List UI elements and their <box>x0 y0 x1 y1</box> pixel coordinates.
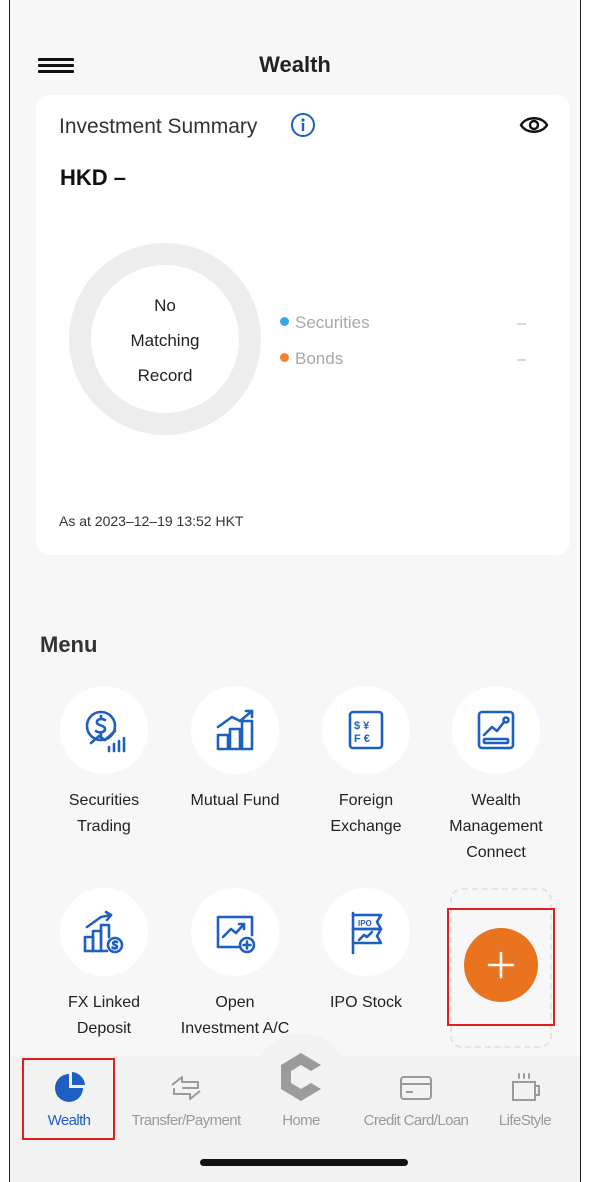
menu-item-label: Securities Trading <box>68 792 140 835</box>
nav-label: Transfer/Payment <box>131 1112 241 1129</box>
bonds-value: – <box>517 351 526 368</box>
menu-item-securities-trading[interactable]: Securities Trading <box>40 686 168 840</box>
svg-text:F €: F € <box>354 733 370 745</box>
app-screen: Wealth Investment Summary HKD – No Match… <box>9 0 581 1182</box>
top-bar: Wealth <box>10 0 580 95</box>
menu-item-label: IPO Stock <box>329 994 403 1011</box>
nav-label: Home <box>282 1112 320 1129</box>
legend-securities: Securities <box>280 313 370 333</box>
nav-tab-transfer-payment[interactable]: Transfer/Payment <box>129 1070 243 1129</box>
menu-item-label: Foreign Exchange <box>330 792 402 835</box>
wealth-management-connect-icon <box>452 686 540 774</box>
bonds-dot-icon <box>280 353 289 363</box>
menu-item-wealth-management-connect[interactable]: Wealth Management Connect <box>432 686 560 866</box>
menu-item-label: Wealth Management Connect <box>449 792 543 861</box>
nav-tab-lifestyle[interactable]: LifeStyle <box>468 1070 580 1129</box>
as-at-timestamp: As at 2023–12–19 13:52 HKT <box>59 513 244 529</box>
nav-label: Credit Card/Loan <box>363 1112 469 1129</box>
menu-item-label: FX Linked Deposit <box>67 994 141 1037</box>
investment-summary-card: Investment Summary HKD – No Matching Rec… <box>36 95 570 555</box>
nav-label: LifeStyle <box>498 1112 552 1129</box>
menu-item-mutual-fund[interactable]: Mutual Fund <box>171 686 299 814</box>
nav-tab-wealth[interactable]: Wealth <box>12 1070 126 1129</box>
coffee-cup-icon <box>512 1073 540 1101</box>
page-title: Wealth <box>259 52 331 77</box>
menu-item-label: Mutual Fund <box>190 792 280 809</box>
info-icon[interactable] <box>290 112 316 138</box>
menu-item-fx-linked-deposit[interactable]: FX Linked Deposit <box>40 888 168 1042</box>
summary-title: Investment Summary <box>59 115 258 138</box>
no-record-message: No Matching Record <box>130 296 200 385</box>
ipo-stock-icon: IPO <box>322 888 410 976</box>
legend-bonds: Bonds <box>280 349 343 369</box>
foreign-exchange-icon: $ ¥ F € <box>322 686 410 774</box>
credit-card-icon <box>400 1076 432 1100</box>
securities-dot-icon <box>280 317 289 327</box>
transfer-arrows-icon <box>171 1076 201 1100</box>
home-indicator <box>200 1159 408 1166</box>
securities-trading-icon <box>60 686 148 774</box>
mutual-fund-icon <box>191 686 279 774</box>
menu-heading: Menu <box>40 632 98 657</box>
bank-logo-icon <box>281 1053 321 1101</box>
plus-icon <box>487 951 515 979</box>
total-value: HKD – <box>60 165 127 190</box>
nav-tab-home[interactable]: Home <box>244 1053 358 1129</box>
svg-text:IPO: IPO <box>358 919 372 928</box>
nav-tab-credit-card-loan[interactable]: Credit Card/Loan <box>359 1070 473 1129</box>
menu-item-label: Open Investment A/C <box>180 994 290 1037</box>
menu-item-open-investment[interactable]: Open Investment A/C <box>171 888 299 1042</box>
fx-linked-deposit-icon <box>60 888 148 976</box>
eye-icon[interactable] <box>519 114 549 136</box>
menu-item-foreign-exchange[interactable]: $ ¥ F € Foreign Exchange <box>302 686 430 840</box>
pie-chart-icon <box>55 1072 85 1102</box>
menu-item-ipo-stock[interactable]: IPO IPO Stock <box>302 888 430 1016</box>
nav-label: Wealth <box>47 1112 91 1129</box>
svg-text:$ ¥: $ ¥ <box>354 720 370 732</box>
add-shortcut-button[interactable] <box>464 928 538 1002</box>
open-investment-icon <box>191 888 279 976</box>
securities-value: – <box>517 315 526 332</box>
